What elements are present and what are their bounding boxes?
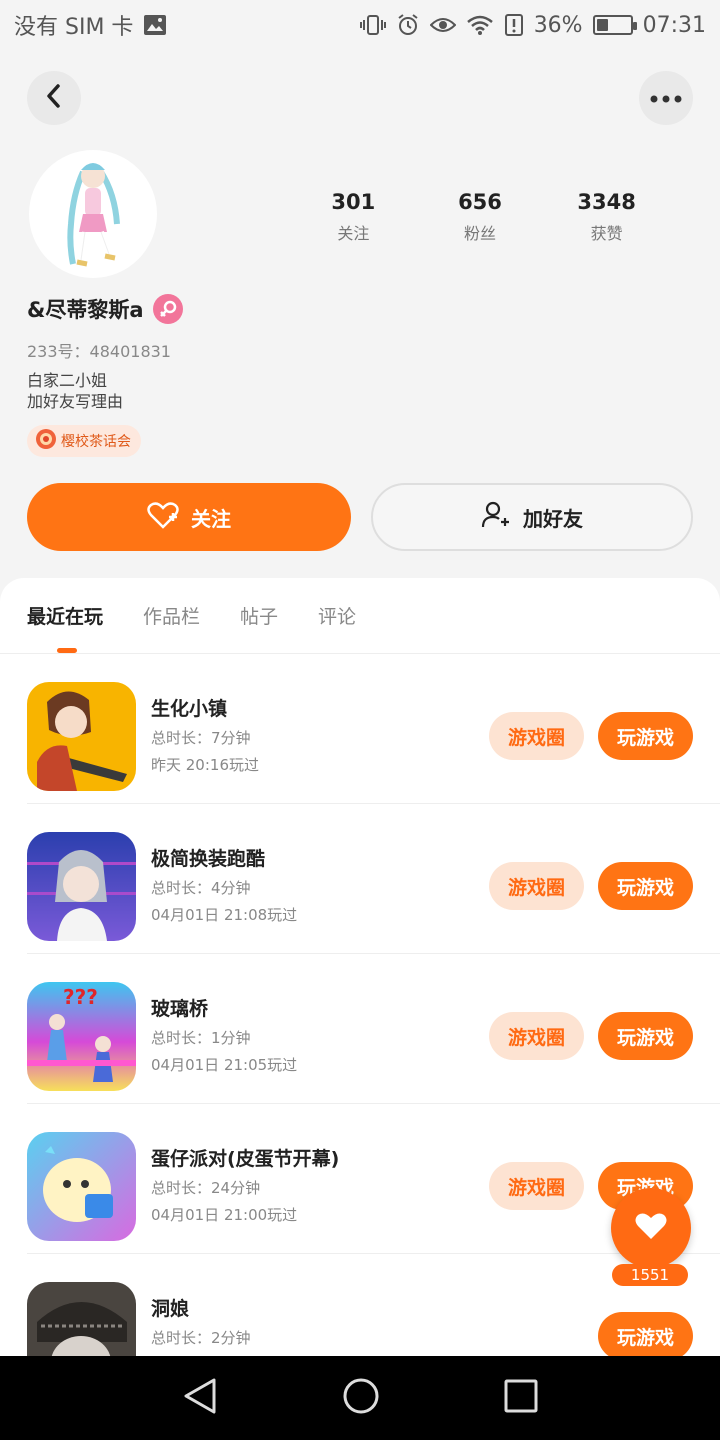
- tab-works[interactable]: 作品栏: [143, 602, 200, 629]
- stat-label: 获赞: [590, 224, 623, 243]
- alarm-icon: [396, 13, 420, 37]
- club-badge-icon: [35, 428, 57, 454]
- eye-icon: [429, 15, 456, 35]
- add-friend-button[interactable]: 加好友: [371, 483, 693, 551]
- game-info: 生化小镇 总时长：7分钟 昨天 20:16玩过: [151, 694, 259, 775]
- game-icon[interactable]: [27, 832, 136, 941]
- play-game-button[interactable]: 玩游戏: [598, 1012, 693, 1060]
- stat-likes[interactable]: 3348 获赞: [547, 190, 667, 244]
- stat-value: 301: [331, 190, 376, 214]
- add-user-icon: [481, 501, 511, 534]
- floating-like-button[interactable]: [611, 1188, 691, 1268]
- game-title: 极简换装跑酷: [151, 848, 266, 870]
- play-game-button[interactable]: 玩游戏: [598, 862, 693, 910]
- female-icon: [153, 294, 184, 324]
- game-icon[interactable]: [27, 682, 136, 791]
- user-id: 233号：48401831: [27, 342, 171, 361]
- game-duration: 总时长：7分钟: [151, 729, 251, 747]
- stat-following[interactable]: 301 关注: [293, 190, 413, 244]
- game-info: 蛋仔派对(皮蛋节开幕) 总时长：24分钟 04月01日 21:00玩过: [151, 1144, 339, 1225]
- content-panel: 最近在玩 作品栏 帖子 评论 生化小镇 总时长：7分钟 昨天 20:16玩过 游…: [0, 578, 720, 1358]
- tab-indicator: [57, 648, 77, 653]
- game-info: 洞娘 总时长：2分钟: [151, 1294, 251, 1348]
- stat-value: 656: [458, 190, 502, 214]
- game-duration: 总时长：2分钟: [151, 1329, 251, 1347]
- game-title: 玻璃桥: [151, 998, 209, 1020]
- bio-line: 白家二小姐: [27, 371, 108, 390]
- add-friend-label: 加好友: [523, 506, 583, 531]
- svg-text:???: ???: [63, 985, 98, 1009]
- battery-percent: 36%: [533, 12, 583, 38]
- vibrate-icon: [359, 14, 386, 36]
- game-last-played: 04月01日 21:05玩过: [151, 1056, 298, 1074]
- tab-bar: 最近在玩 作品栏 帖子 评论: [0, 578, 720, 654]
- game-duration: 总时长：24分钟: [151, 1179, 261, 1197]
- more-button[interactable]: [639, 71, 693, 125]
- play-game-button[interactable]: 玩游戏: [598, 1312, 693, 1358]
- tab-comments[interactable]: 评论: [318, 602, 356, 629]
- nav-home-icon[interactable]: [342, 1377, 380, 1419]
- game-title: 洞娘: [151, 1298, 190, 1320]
- heart-icon: [635, 1212, 667, 1244]
- play-game-button[interactable]: 玩游戏: [598, 712, 693, 760]
- game-row[interactable]: ??? 玻璃桥 总时长：1分钟 04月01日 21:05玩过 游戏圈 玩游戏: [27, 954, 720, 1104]
- game-info: 玻璃桥 总时长：1分钟 04月01日 21:05玩过: [151, 994, 297, 1075]
- nav-back-icon[interactable]: [182, 1377, 218, 1419]
- game-last-played: 昨天 20:16玩过: [151, 756, 259, 774]
- game-title: 蛋仔派对(皮蛋节开幕): [151, 1148, 340, 1170]
- profile-stats: 301 关注 656 粉丝 3348 获赞: [290, 190, 670, 244]
- stat-value: 3348: [577, 190, 636, 214]
- game-info: 极简换装跑酷 总时长：4分钟 04月01日 21:08玩过: [151, 844, 297, 925]
- tab-recent-played[interactable]: 最近在玩: [27, 602, 103, 629]
- game-row[interactable]: 极简换装跑酷 总时长：4分钟 04月01日 21:08玩过 游戏圈 玩游戏: [27, 804, 720, 954]
- clock: 07:31: [642, 12, 706, 38]
- bio-line: 加好友写理由: [27, 392, 124, 411]
- game-title: 生化小镇: [151, 698, 228, 720]
- game-duration: 总时长：4分钟: [151, 879, 251, 897]
- game-last-played: 04月01日 21:08玩过: [151, 906, 298, 924]
- nav-recents-icon[interactable]: [504, 1379, 538, 1417]
- image-icon: [143, 14, 167, 36]
- stat-followers[interactable]: 656 粉丝: [420, 190, 540, 244]
- game-circle-button[interactable]: 游戏圈: [489, 862, 584, 910]
- game-circle-button[interactable]: 游戏圈: [489, 712, 584, 760]
- game-last-played: 04月01日 21:00玩过: [151, 1206, 298, 1224]
- heart-plus-icon: [147, 501, 179, 534]
- follow-button[interactable]: 关注: [27, 483, 351, 551]
- wifi-icon: [466, 14, 494, 36]
- game-icon[interactable]: [27, 1282, 136, 1358]
- avatar[interactable]: [29, 150, 157, 278]
- game-circle-button[interactable]: 游戏圈: [489, 1012, 584, 1060]
- battery-icon: [592, 15, 637, 35]
- more-horizontal-icon: [649, 89, 683, 108]
- game-circle-button[interactable]: 游戏圈: [489, 1162, 584, 1210]
- game-icon[interactable]: [27, 1132, 136, 1241]
- stat-label: 关注: [337, 224, 370, 243]
- game-icon[interactable]: ???: [27, 982, 136, 1091]
- status-bar: 没有 SIM 卡 36% 07:31: [0, 0, 720, 50]
- tab-posts[interactable]: 帖子: [240, 602, 278, 629]
- stat-label: 粉丝: [463, 224, 496, 243]
- bio: 白家二小姐 加好友写理由: [27, 370, 123, 412]
- follow-label: 关注: [191, 506, 231, 531]
- club-tag[interactable]: 樱校茶话会: [27, 425, 141, 457]
- system-nav-bar: [0, 1356, 720, 1440]
- like-count-badge: 1551: [612, 1264, 688, 1286]
- alert-icon: [504, 13, 524, 37]
- back-button[interactable]: [27, 71, 81, 125]
- name-row: &尽蒂黎斯a: [27, 294, 184, 324]
- club-tag-label: 樱校茶话会: [61, 434, 131, 450]
- chevron-left-icon: [43, 83, 65, 113]
- carrier-label: 没有 SIM 卡: [14, 15, 134, 40]
- game-duration: 总时长：1分钟: [151, 1029, 251, 1047]
- game-row[interactable]: 生化小镇 总时长：7分钟 昨天 20:16玩过 游戏圈 玩游戏: [27, 654, 720, 804]
- profile-name: &尽蒂黎斯a: [27, 298, 144, 322]
